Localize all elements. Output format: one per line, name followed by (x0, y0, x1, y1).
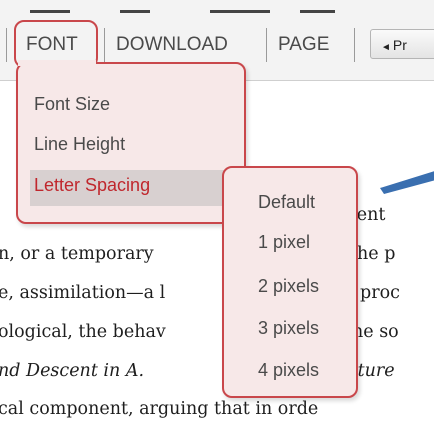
tab-font[interactable]: FONT (26, 28, 78, 62)
spacing-option-4-pixels[interactable]: 4 pixels (258, 360, 319, 381)
text-line-5-left: nd Descent in A. (0, 361, 145, 381)
clipped-text-above (0, 10, 434, 18)
previous-button[interactable]: ◄ Pr (370, 29, 434, 59)
text-line-5-right: lture (352, 361, 395, 381)
menu-item-letter-spacing[interactable]: Letter Spacing (34, 175, 150, 196)
toolbar-separator (6, 28, 7, 62)
menu-item-line-height[interactable]: Line Height (34, 134, 125, 155)
spacing-option-default[interactable]: Default (258, 192, 315, 213)
text-line-3-left: e, assimilation—a l (0, 283, 166, 303)
toolbar-separator (354, 28, 355, 62)
spacing-option-3-pixels[interactable]: 3 pixels (258, 318, 319, 339)
text-line-2-left: n, or a temporary (0, 244, 154, 264)
spacing-option-1-pixel[interactable]: 1 pixel (258, 232, 310, 253)
text-line-3-right: proc (360, 283, 400, 303)
text-line-4-right: he so (352, 322, 399, 342)
left-arrow-icon: ◄ (381, 42, 391, 53)
toolbar-separator (266, 28, 267, 62)
pointer-arrow-icon (380, 171, 434, 194)
tab-page[interactable]: PAGE (278, 28, 329, 62)
previous-label: Pr (392, 37, 407, 53)
toolbar-separator (104, 28, 105, 62)
text-line-4-left: ological, the behav (0, 322, 166, 342)
menu-item-font-size[interactable]: Font Size (34, 94, 110, 115)
spacing-option-2-pixels[interactable]: 2 pixels (258, 276, 319, 297)
tab-download[interactable]: DOWNLOAD (116, 28, 228, 62)
page: ident n, or a temporary the p e, assimil… (0, 0, 434, 431)
menu-seam (18, 60, 96, 66)
text-line-6: cal component, arguing that in orde (0, 399, 319, 419)
